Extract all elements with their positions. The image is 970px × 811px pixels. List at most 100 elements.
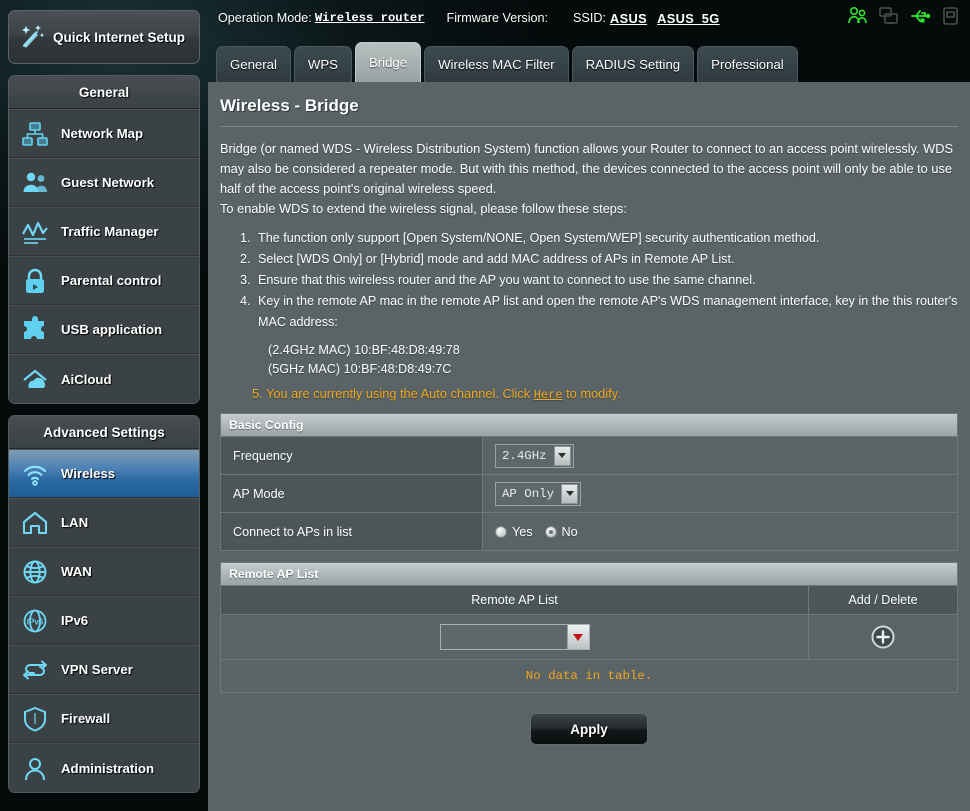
guest-network-icon (20, 168, 50, 198)
sidebar-group-general-header: General (9, 76, 199, 109)
ssid-value-24ghz[interactable]: ASUS (610, 11, 647, 26)
puzzle-icon (20, 315, 50, 345)
firmware-version-label: Firmware Version: (446, 11, 549, 25)
description-paragraph-1: Bridge (or named WDS - Wireless Distribu… (220, 141, 954, 196)
chevron-down-icon (561, 483, 579, 504)
note-text-after: to modify. (566, 386, 621, 401)
step-item: Select [WDS Only] or [Hybrid] mode and a… (254, 249, 958, 270)
step-item: Ensure that this wireless router and the… (254, 270, 958, 291)
sidebar: Quick Internet Setup General Network Map (0, 0, 208, 811)
sidebar-item-traffic-manager[interactable]: Traffic Manager (9, 207, 199, 256)
ap-mode-label: AP Mode (221, 475, 483, 512)
connect-to-aps-label: Connect to APs in list (221, 513, 483, 550)
sidebar-group-general: General Network Map Guest Network Traffi… (8, 75, 200, 404)
radio-yes-label: Yes (512, 524, 533, 539)
vpn-arrows-icon (20, 655, 50, 685)
sidebar-item-parental-control[interactable]: Parental control (9, 256, 199, 305)
tab-professional[interactable]: Professional (697, 46, 798, 82)
sidebar-item-label: WAN (61, 564, 92, 579)
chevron-down-icon[interactable] (566, 625, 589, 649)
remote-ap-input-row (221, 614, 957, 659)
apply-button[interactable]: Apply (530, 713, 648, 745)
sidebar-item-label: IPv6 (61, 613, 89, 628)
page-title: Wireless - Bridge (220, 96, 359, 115)
sidebar-item-wireless[interactable]: Wireless (9, 449, 199, 498)
traffic-manager-icon (20, 217, 50, 247)
note-text-before: You are currently using the Auto channel… (266, 386, 531, 401)
user-icon (20, 753, 50, 783)
frequency-select-value: 2.4GHz (502, 448, 547, 463)
radio-no-label: No (561, 524, 578, 539)
clone-devices-icon[interactable] (878, 4, 900, 28)
ap-mode-select[interactable]: AP Only (495, 481, 582, 506)
users-icon[interactable] (847, 4, 869, 28)
sidebar-item-label: VPN Server (61, 662, 133, 677)
sidebar-item-aicloud[interactable]: AiCloud (9, 354, 199, 403)
network-map-icon (20, 119, 50, 149)
empty-table-message: No data in table. (221, 659, 957, 692)
connect-radio-group: Yes No (495, 525, 578, 539)
plus-circle-icon[interactable] (871, 625, 895, 649)
tab-radius-setting[interactable]: RADIUS Setting (571, 46, 695, 82)
remote-ap-input-cell (221, 615, 809, 659)
remote-ap-input[interactable] (440, 625, 567, 649)
radio-yes-dot (495, 525, 507, 538)
sidebar-item-lan[interactable]: LAN (9, 498, 199, 547)
sidebar-item-label: Administration (61, 760, 155, 776)
chevron-down-icon (553, 445, 571, 466)
sidebar-item-administration[interactable]: Administration (9, 743, 199, 792)
quick-internet-setup-button[interactable]: Quick Internet Setup (8, 10, 200, 64)
radio-yes[interactable]: Yes (495, 525, 533, 539)
shield-icon (20, 704, 50, 734)
operation-mode-value[interactable]: Wireless router (315, 11, 425, 25)
globe-icon (20, 557, 50, 587)
sidebar-item-wan[interactable]: WAN (9, 547, 199, 596)
sidebar-item-guest-network[interactable]: Guest Network (9, 158, 199, 207)
sidebar-item-firewall[interactable]: Firewall (9, 694, 199, 743)
sidebar-item-network-map[interactable]: Network Map (9, 109, 199, 158)
note-number: 5. (252, 386, 263, 401)
remote-ap-list-panel: Remote AP List Remote AP List Add / Dele… (220, 562, 958, 693)
ap-mode-cell: AP Only (483, 481, 957, 506)
tab-wireless-mac-filter[interactable]: Wireless MAC Filter (424, 46, 569, 82)
basic-config-header: Basic Config (221, 414, 957, 436)
tab-bar: General WPS Bridge Wireless MAC Filter R… (216, 42, 798, 82)
frequency-select[interactable]: 2.4GHz (495, 443, 574, 468)
tab-general[interactable]: General (216, 46, 291, 82)
content-panel: Wireless - Bridge Bridge (or named WDS -… (208, 82, 970, 811)
sidebar-item-vpn-server[interactable]: VPN Server (9, 645, 199, 694)
sidebar-item-label: USB application (61, 322, 163, 337)
sidebar-item-label: LAN (61, 515, 89, 530)
footer-actions: Apply (220, 713, 958, 745)
title-divider (220, 126, 958, 127)
radio-no[interactable]: No (544, 524, 578, 539)
here-link[interactable]: Here (534, 388, 563, 402)
mac-5ghz: (5GHz MAC) 10:BF:48:D8:49:7C (268, 362, 452, 376)
usb-icon[interactable] (909, 4, 931, 28)
router-admin-page: Quick Internet Setup General Network Map (0, 0, 970, 811)
svg-text:IPv6: IPv6 (27, 617, 44, 626)
printer-icon[interactable] (940, 4, 962, 28)
ap-mode-select-value: AP Only (502, 486, 555, 501)
sidebar-item-label: Wireless (61, 466, 116, 481)
sidebar-item-ipv6[interactable]: IPv6 IPv6 (9, 596, 199, 645)
tab-wps[interactable]: WPS (293, 46, 352, 82)
remote-ap-action-cell (809, 615, 957, 659)
sidebar-group-advanced-header: Advanced Settings (9, 416, 199, 449)
ipv6-globe-icon: IPv6 (20, 606, 50, 636)
remote-ap-combobox[interactable] (439, 624, 590, 650)
status-topbar: Operation Mode: Wireless router Firmware… (208, 0, 970, 36)
router-mac-addresses: (2.4GHz MAC) 10:BF:48:D8:49:78 (5GHz MAC… (268, 341, 958, 379)
steps-list: The function only support [Open System/N… (254, 228, 958, 333)
status-icon-group (847, 4, 962, 28)
sidebar-item-label: Guest Network (61, 175, 155, 190)
ssid-value-5ghz[interactable]: ASUS_5G (657, 11, 720, 26)
quick-internet-setup-label: Quick Internet Setup (53, 29, 186, 45)
connect-to-aps-row: Connect to APs in list Yes No (221, 512, 957, 550)
operation-mode-label: Operation Mode: (218, 11, 312, 25)
sidebar-item-label: AiCloud (61, 371, 112, 387)
frequency-cell: 2.4GHz (483, 443, 957, 468)
sidebar-item-usb-application[interactable]: USB application (9, 305, 199, 354)
sidebar-item-label: Parental control (61, 273, 162, 288)
tab-bridge[interactable]: Bridge (354, 42, 422, 82)
